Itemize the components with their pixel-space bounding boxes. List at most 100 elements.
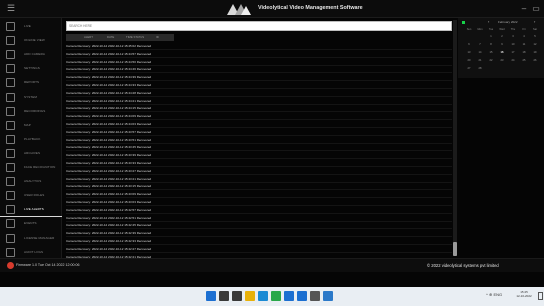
calendar-day[interactable]: 4 [519, 34, 529, 40]
hamburger-icon[interactable]: ☰ [7, 4, 16, 13]
calendar-day[interactable]: 6 [464, 42, 474, 48]
sidebar-item-archives[interactable]: ARCHIVES [0, 146, 62, 161]
windows-icon[interactable] [206, 291, 216, 301]
calendar-day[interactable]: 10 [508, 42, 518, 48]
search-icon[interactable] [219, 291, 229, 301]
table-row[interactable]: Camera Recovery: 2022-10-12 2022-10-12 1… [66, 104, 452, 113]
sidebar-item-system[interactable]: SYSTEM [0, 90, 62, 105]
sidebar-item-settings[interactable]: SETTINGS [0, 61, 62, 76]
sidebar-item-reports[interactable]: REPORTS [0, 75, 62, 90]
calendar-day[interactable]: 23 [497, 58, 507, 64]
column-header[interactable]: ID [156, 35, 159, 39]
table-row[interactable]: Camera Recovery: 2022-10-12 2022-10-12 1… [66, 73, 452, 82]
clock[interactable]: 15:45 12-10-2022 [513, 290, 535, 298]
sidebar-item-live-alerts[interactable]: LIVE ALERTS [0, 202, 62, 218]
calendar-day[interactable]: 18 [519, 50, 529, 56]
calendar-day[interactable]: 1 [486, 34, 496, 40]
calendar-day[interactable]: 13 [464, 50, 474, 56]
table-row[interactable]: Camera Recovery: 2022-10-12 2022-10-12 1… [66, 58, 452, 66]
calendar-day[interactable]: 16 [497, 50, 507, 56]
search-input[interactable] [66, 21, 452, 31]
table-row[interactable]: Camera Recovery: 2022-10-12 2022-10-12 1… [66, 42, 452, 50]
sidebar-item-recordings[interactable]: RECORDINGS [0, 104, 62, 119]
system-tray[interactable]: ^ ⊕ ENG [486, 292, 502, 297]
table-row[interactable]: Camera Recovery: 2022-10-12 2022-10-12 1… [66, 89, 452, 97]
sidebar-item-live[interactable]: LIVE [0, 19, 62, 34]
table-row[interactable]: Camera Recovery: 2022-10-12 2022-10-12 1… [66, 151, 452, 160]
file-explorer-icon[interactable] [245, 291, 255, 301]
table-row[interactable]: Camera Recovery: 2022-10-12 2022-10-12 1… [66, 136, 452, 144]
calendar-prev-button[interactable]: ‹ [488, 19, 489, 24]
calendar-day[interactable]: 8 [486, 42, 496, 48]
calendar-day[interactable]: 27 [464, 66, 474, 72]
calendar-day[interactable]: 12 [530, 42, 540, 48]
scroll-thumb[interactable] [453, 242, 457, 256]
table-row[interactable]: Camera Recovery: 2022-10-12 2022-10-12 1… [66, 81, 452, 89]
sidebar-item-analytics[interactable]: ANALYTICS [0, 174, 62, 189]
sidebar-item-events[interactable]: EVENTS [0, 216, 62, 231]
sidebar-item-add-camera[interactable]: ADD CAMERA [0, 47, 62, 62]
table-row[interactable]: Camera Recovery: 2022-10-12 2022-10-12 1… [66, 175, 452, 183]
calendar-day[interactable]: 21 [475, 58, 485, 64]
calendar-day[interactable]: 15 [486, 50, 496, 56]
sidebar-item-online-view[interactable]: ONLINE VIEW [0, 33, 62, 48]
calendar-day[interactable]: 26 [530, 58, 540, 64]
calendar-day[interactable]: 20 [464, 58, 474, 64]
sidebar-item-face-recognition[interactable]: FACE RECOGNITION [0, 160, 62, 175]
calendar-day[interactable]: 22 [486, 58, 496, 64]
minimize-icon[interactable]: – [519, 4, 529, 13]
table-row[interactable]: Camera Recovery: 2022-10-12 2022-10-12 1… [66, 221, 452, 230]
sidebar-item-playback[interactable]: PLAYBACK [0, 132, 62, 147]
table-row[interactable]: Camera Recovery: 2022-10-12 2022-10-12 1… [66, 245, 452, 253]
sidebar-item-map[interactable]: MAP [0, 118, 62, 133]
calendar-day[interactable]: 2 [497, 34, 507, 40]
calendar-day[interactable]: 11 [519, 42, 529, 48]
table-row[interactable]: Camera Recovery: 2022-10-12 2022-10-12 1… [66, 214, 452, 222]
column-header[interactable]: ALERT [84, 35, 93, 39]
table-row[interactable]: Camera Recovery: 2022-10-12 2022-10-12 1… [66, 159, 452, 167]
status-bar: Firmware 1.0 Tue Oct 14 2022 12:00:06 © … [0, 258, 544, 272]
table-row[interactable]: Camera Recovery: 2022-10-12 2022-10-12 1… [66, 50, 452, 58]
sidebar-item-label: SYSTEM [24, 94, 37, 99]
calendar-day[interactable]: 28 [475, 66, 485, 72]
table-row[interactable]: Camera Recovery: 2022-10-12 2022-10-12 1… [66, 97, 452, 105]
table-row[interactable]: Camera Recovery: 2022-10-12 2022-10-12 1… [66, 182, 452, 191]
task-view-icon[interactable] [232, 291, 242, 301]
sidebar-item-license-manager[interactable]: LICENSE MANAGER [0, 231, 62, 246]
table-row[interactable]: Camera Recovery: 2022-10-12 2022-10-12 1… [66, 65, 452, 74]
app-icon[interactable] [323, 291, 333, 301]
calendar-day[interactable]: 24 [508, 58, 518, 64]
calendar-day[interactable]: 7 [475, 42, 485, 48]
table-row[interactable]: Camera Recovery: 2022-10-12 2022-10-12 1… [66, 112, 452, 121]
column-header[interactable]: TIME STATUS [126, 35, 144, 39]
calendar-day[interactable]: 5 [530, 34, 540, 40]
notification-icon[interactable] [538, 292, 543, 300]
table-row[interactable]: Camera Recovery: 2022-10-12 2022-10-12 1… [66, 190, 452, 199]
edge-icon[interactable] [258, 291, 268, 301]
calendar-next-button[interactable]: › [534, 19, 535, 24]
table-row[interactable]: Camera Recovery: 2022-10-12 2022-10-12 1… [66, 206, 452, 214]
table-row[interactable]: Camera Recovery: 2022-10-12 2022-10-12 1… [66, 198, 452, 206]
table-row[interactable]: Camera Recovery: 2022-10-12 2022-10-12 1… [66, 229, 452, 238]
table-row[interactable]: Camera Recovery: 2022-10-12 2022-10-12 1… [66, 143, 452, 152]
chrome-icon[interactable] [271, 291, 281, 301]
maximize-icon[interactable]: ▭ [531, 4, 541, 13]
column-header[interactable]: DATE [107, 35, 114, 39]
people-icon[interactable] [310, 291, 320, 301]
table-row[interactable]: Camera Recovery: 2022-10-12 2022-10-12 1… [66, 120, 452, 128]
calendar-day[interactable]: 25 [519, 58, 529, 64]
table-row[interactable]: Camera Recovery: 2022-10-12 2022-10-12 1… [66, 128, 452, 136]
title-bar: ☰ Videolytical Video Management Software… [0, 0, 544, 18]
calendar-day[interactable]: 14 [475, 50, 485, 56]
calendar-day[interactable]: 17 [508, 50, 518, 56]
calendar-day[interactable]: 19 [530, 50, 540, 56]
store-icon[interactable] [284, 291, 294, 301]
calendar-day[interactable]: 9 [497, 42, 507, 48]
table-row[interactable]: Camera Recovery: 2022-10-12 2022-10-12 1… [66, 167, 452, 175]
table-row[interactable]: Camera Recovery: 2022-10-12 2022-10-12 1… [66, 237, 452, 245]
sidebar-item-user-roles[interactable]: USER ROLES [0, 188, 62, 203]
mail-icon[interactable] [297, 291, 307, 301]
calendar-day[interactable]: 3 [508, 34, 518, 40]
alert-list-scrollbar[interactable] [453, 20, 457, 256]
status-indicator-icon [462, 21, 465, 24]
